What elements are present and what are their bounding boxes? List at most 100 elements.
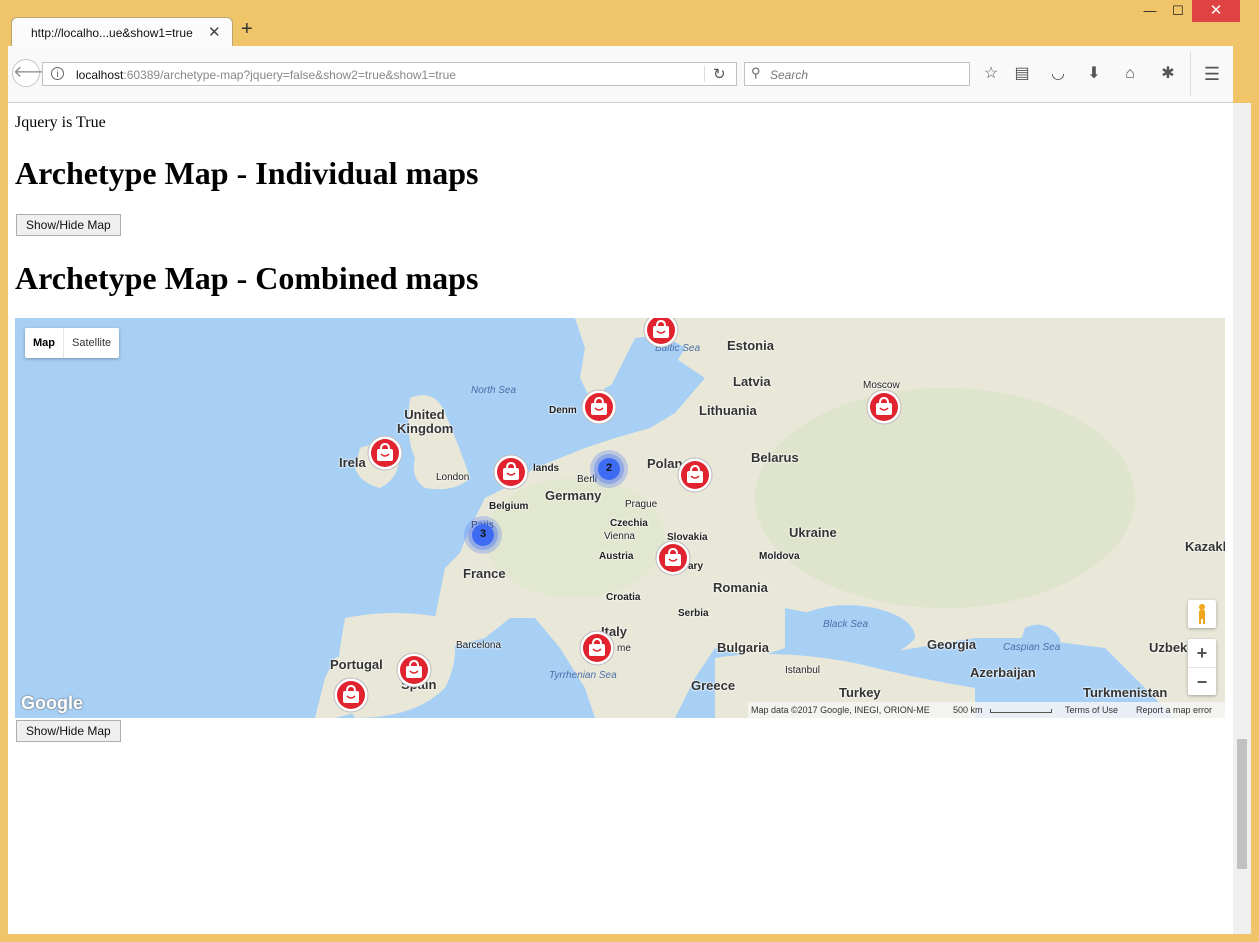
window-maximize-button[interactable]: ☐ <box>1164 0 1192 22</box>
page-content: Jquery is True Archetype Map - Individua… <box>8 103 1233 934</box>
map-label-kazakhstan: Kazakh <box>1185 539 1225 554</box>
url-text[interactable]: localhost:60389/archetype-map?jquery=fal… <box>76 68 456 82</box>
map-label-netherlands: lands <box>533 463 560 474</box>
url-divider <box>704 66 705 82</box>
browser-tab[interactable]: http://localho...ue&show1=true ✕ <box>11 17 233 46</box>
map-marker-bag-icon[interactable] <box>580 388 618 426</box>
map-attribution-text: Map data ©2017 Google, INEGI, ORION-ME <box>751 705 930 715</box>
map-marker-bag-icon[interactable] <box>332 676 370 714</box>
info-icon[interactable]: i <box>51 67 64 80</box>
new-tab-plus-icon[interactable]: + <box>241 19 253 39</box>
map-label-barcelona: Barcelona <box>456 640 502 651</box>
map-scale-label[interactable]: 500 km <box>953 705 983 715</box>
map-label-united-kingdom: United Kingdom <box>397 407 454 436</box>
pocket-icon[interactable]: ◡ <box>1048 64 1068 84</box>
browser-window: http://localho...ue&show1=true ✕ + — ☐ ✕… <box>0 0 1259 942</box>
map-label-prague: Prague <box>625 499 658 510</box>
map-label-belgium: Belgium <box>489 501 529 512</box>
map-label-france: France <box>463 566 506 581</box>
url-path: :60389/archetype-map?jquery=false&show2=… <box>123 68 456 82</box>
window-minimize-button[interactable]: — <box>1136 0 1164 22</box>
map-label-lithuania: Lithuania <box>699 403 757 418</box>
search-icon: ⚲ <box>751 65 761 80</box>
hamburger-menu-icon[interactable]: ☰ <box>1202 64 1222 84</box>
bookmark-star-icon[interactable]: ☆ <box>981 64 1001 84</box>
map-label-tyrrhenian-sea: Tyrrhenian Sea <box>549 670 617 681</box>
map-label-denmark: Denm <box>549 405 577 416</box>
zoom-in-button[interactable]: + <box>1188 639 1216 668</box>
home-icon[interactable]: ⌂ <box>1120 64 1140 84</box>
reading-list-icon[interactable]: ▤ <box>1012 64 1032 84</box>
search-bar[interactable]: ⚲ Search <box>744 62 970 86</box>
map-label-rome: me <box>617 643 631 654</box>
map-label-istanbul: Istanbul <box>785 665 821 676</box>
map-label-moldova: Moldova <box>759 551 800 562</box>
report-map-error-link[interactable]: Report a map error <box>1136 705 1212 715</box>
heading-individual-maps: Archetype Map - Individual maps <box>15 155 479 191</box>
map-marker-bag-icon[interactable] <box>492 453 530 491</box>
map-scale-bar <box>990 709 1052 713</box>
extension-bug-icon[interactable]: ✱ <box>1158 64 1178 84</box>
map-label-romania: Romania <box>713 580 768 595</box>
map-label-czechia: Czechia <box>610 518 648 529</box>
scrollbar-thumb[interactable] <box>1237 739 1247 869</box>
google-logo: Google <box>21 693 83 713</box>
map-label-vienna: Vienna <box>604 531 635 542</box>
map-cluster-marker[interactable]: 3 <box>463 515 503 555</box>
map-label-ukraine: Ukraine <box>789 525 837 540</box>
map-attribution-bar: Map data ©2017 Google, INEGI, ORION-ME 5… <box>748 702 1225 718</box>
map-label-germany: Germany <box>545 488 602 503</box>
map-type-control: Map Satellite <box>25 328 120 358</box>
tab-close-icon[interactable]: ✕ <box>208 23 221 41</box>
window-border <box>1251 46 1259 942</box>
terms-of-use-link[interactable]: Terms of Use <box>1065 705 1118 715</box>
download-arrow-icon[interactable]: ⬇ <box>1084 64 1104 84</box>
map-type-satellite-button[interactable]: Satellite <box>64 328 119 358</box>
map-label-portugal: Portugal <box>330 657 383 672</box>
tab-title: http://localho...ue&show1=true <box>31 26 193 40</box>
map-marker-bag-icon[interactable] <box>865 388 903 426</box>
url-bar[interactable]: i localhost:60389/archetype-map?jquery=f… <box>42 62 737 86</box>
street-view-pegman-icon[interactable] <box>1188 600 1216 628</box>
map-marker-bag-icon[interactable] <box>642 318 680 349</box>
map-label-ireland: Irela <box>339 455 366 470</box>
map-label-north-sea: North Sea <box>471 385 517 396</box>
map-marker-bag-icon[interactable] <box>366 434 404 472</box>
back-arrow-icon[interactable]: 🡐 <box>12 59 56 87</box>
map-cluster-marker[interactable]: 2 <box>589 449 629 489</box>
map-marker-bag-icon[interactable] <box>578 629 616 667</box>
show-hide-map-button-combined[interactable]: Show/Hide Map <box>16 720 121 742</box>
map-label-black-sea: Black Sea <box>823 619 869 630</box>
toolbar-separator <box>1190 52 1191 96</box>
map-label-serbia: Serbia <box>678 608 709 619</box>
heading-combined-maps: Archetype Map - Combined maps <box>15 260 479 296</box>
map-label-bulgaria: Bulgaria <box>717 640 770 655</box>
map-label-turkey: Turkey <box>839 685 881 700</box>
map-label-austria: Austria <box>599 551 634 562</box>
window-close-button[interactable]: ✕ <box>1192 0 1240 22</box>
tab-strip: http://localho...ue&show1=true ✕ + — ☐ ✕ <box>0 0 1259 46</box>
map-marker-bag-icon[interactable] <box>654 539 692 577</box>
combined-map[interactable]: Map Satellite Estonia Latvia Lithuania Mo… <box>15 318 1225 718</box>
page-scrollbar[interactable] <box>1233 103 1251 934</box>
map-label-croatia: Croatia <box>606 592 641 603</box>
map-label-azerbaijan: Azerbaijan <box>970 665 1036 680</box>
show-hide-map-button-individual[interactable]: Show/Hide Map <box>16 214 121 236</box>
reload-icon[interactable]: ↻ <box>713 65 726 83</box>
search-placeholder: Search <box>770 68 809 82</box>
map-label-london: London <box>436 472 470 483</box>
zoom-out-button[interactable]: − <box>1188 668 1216 696</box>
cluster-count: 3 <box>479 528 487 540</box>
map-label-uzbekistan: Uzbek <box>1149 640 1188 655</box>
map-label-greece: Greece <box>691 678 736 693</box>
jquery-status-text: Jquery is True <box>15 114 106 131</box>
navigation-toolbar: 🡐 i localhost:60389/archetype-map?jquery… <box>8 46 1233 103</box>
map-label-turkmenistan: Turkmenistan <box>1083 685 1168 700</box>
map-label-caspian-sea: Caspian Sea <box>1003 642 1061 653</box>
map-label-estonia: Estonia <box>727 338 774 353</box>
map-marker-bag-icon[interactable] <box>395 651 433 689</box>
map-label-latvia: Latvia <box>733 374 771 389</box>
zoom-control: + − <box>1188 639 1216 695</box>
map-marker-bag-icon[interactable] <box>676 456 714 494</box>
map-type-map-button[interactable]: Map <box>25 328 64 358</box>
